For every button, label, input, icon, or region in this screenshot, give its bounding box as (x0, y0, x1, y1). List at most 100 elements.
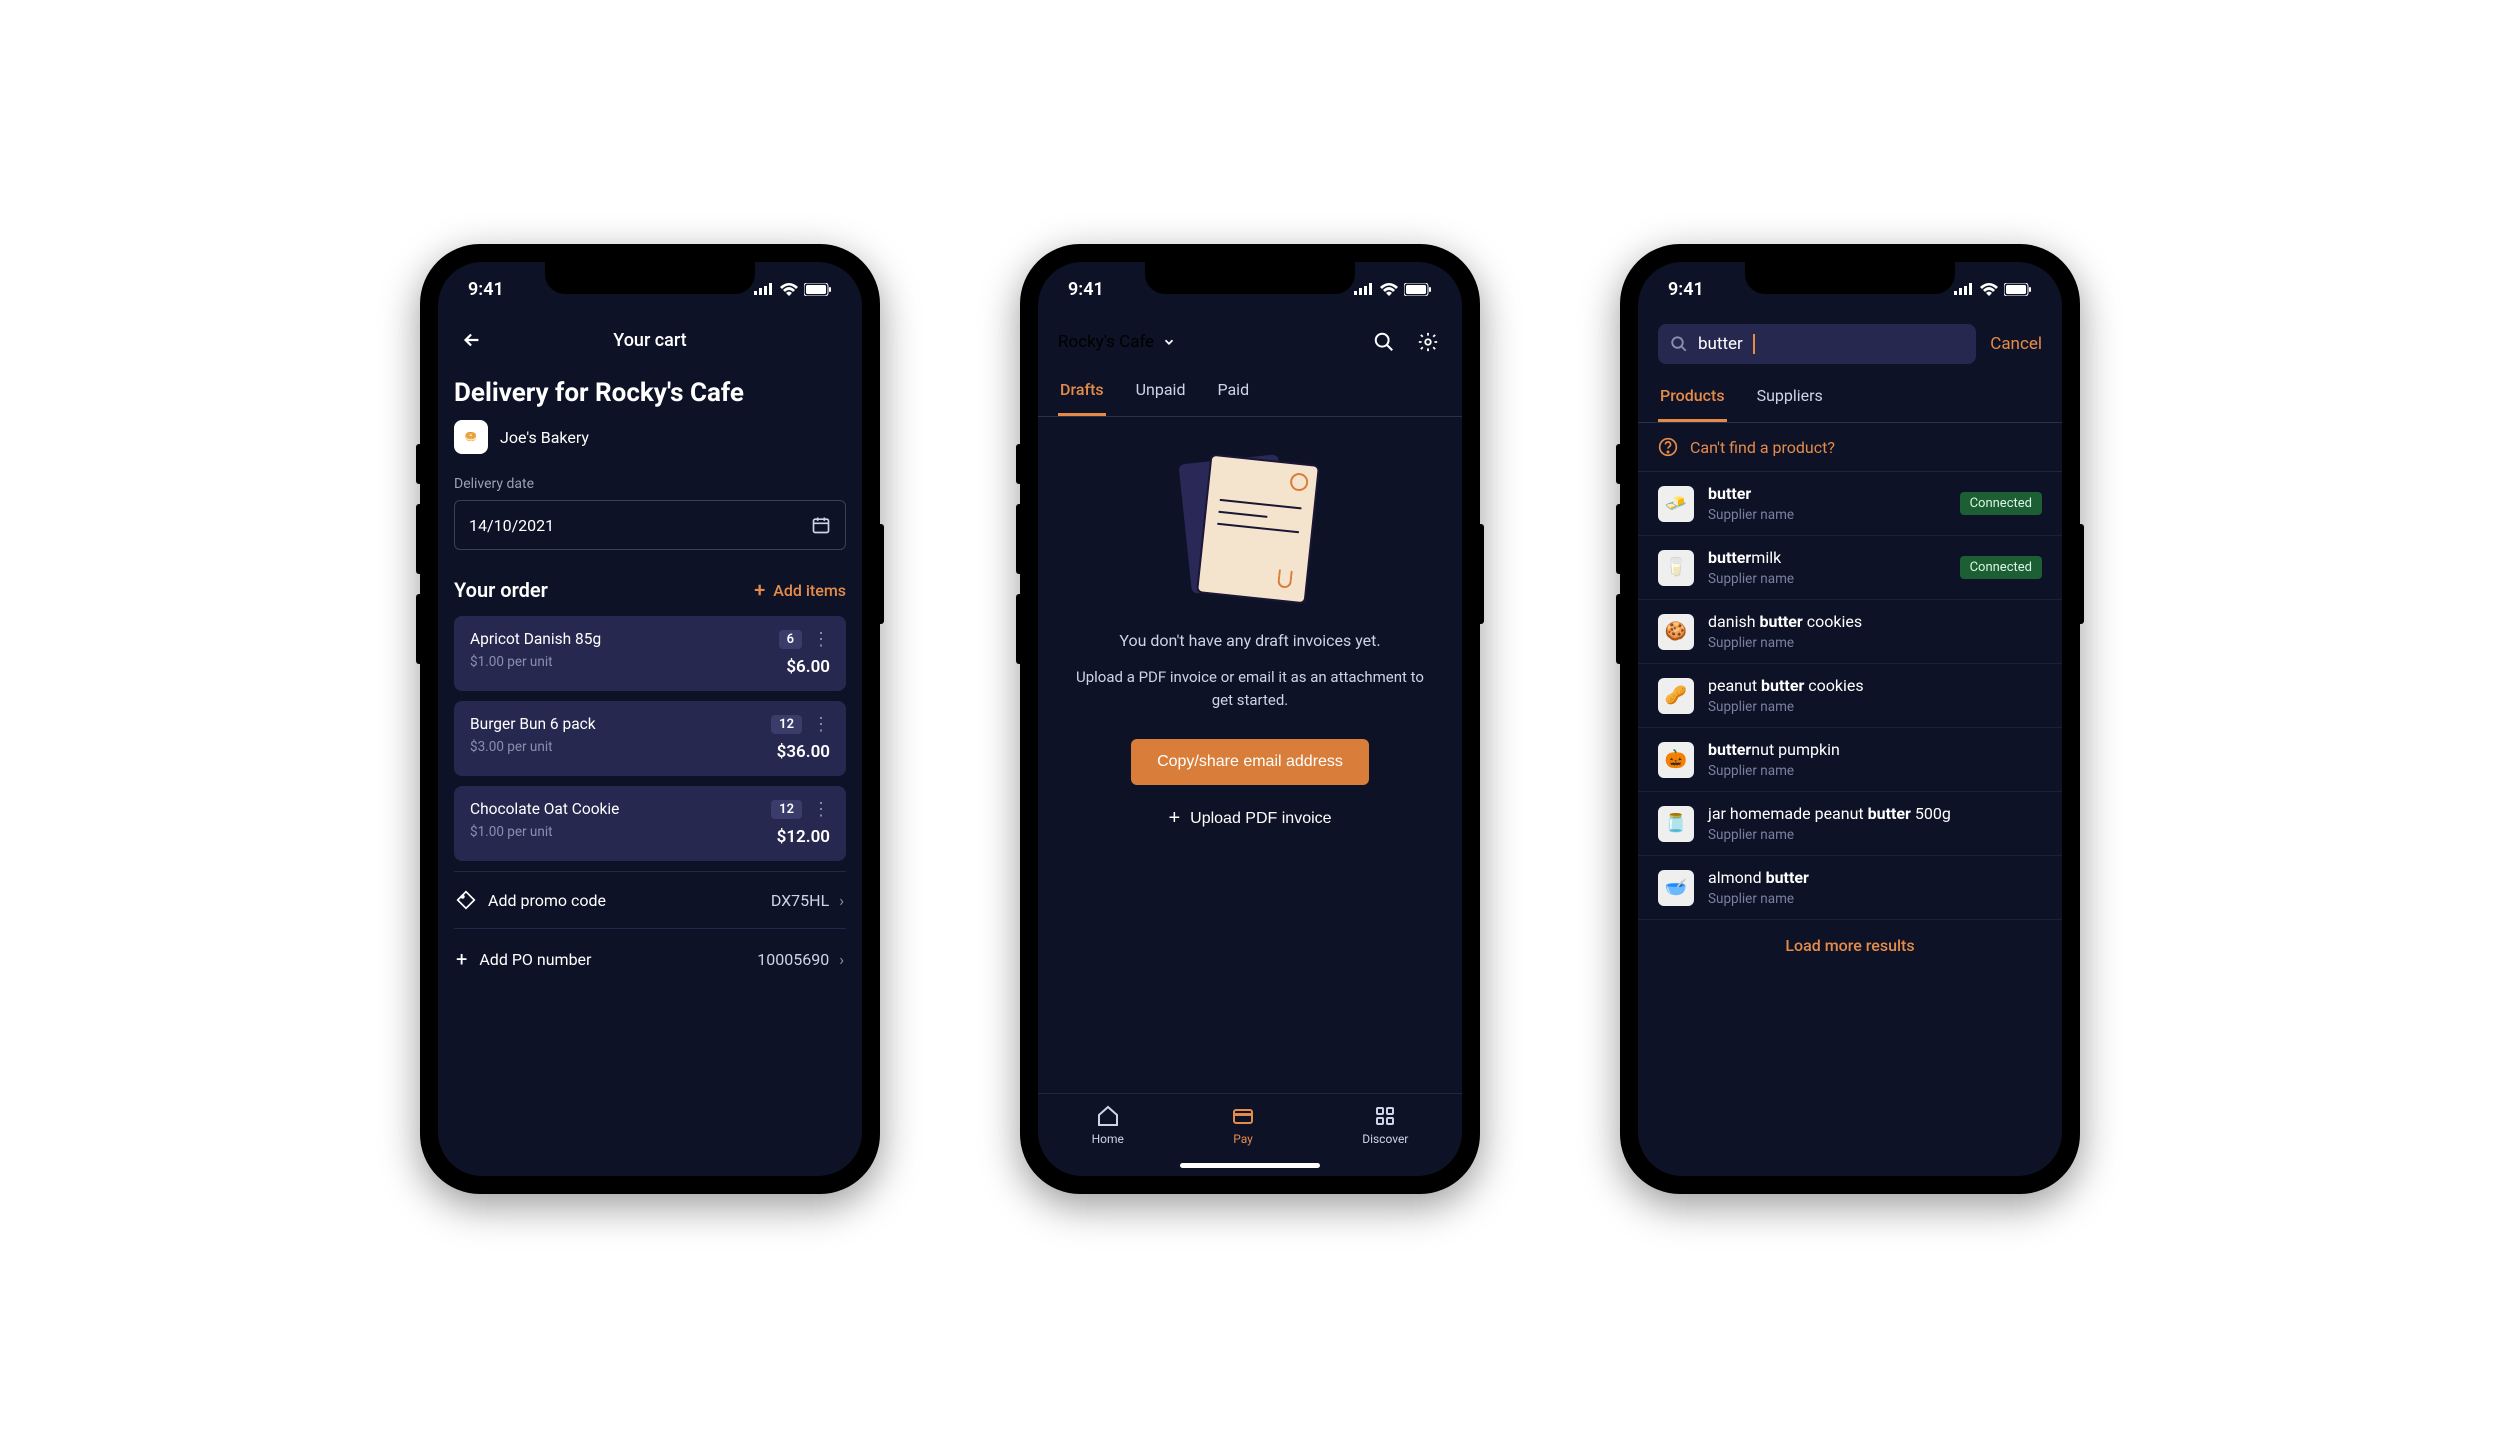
search-result[interactable]: 🎃 butternut pumpkin Supplier name (1638, 728, 2062, 792)
load-more-button[interactable]: Load more results (1638, 920, 2062, 971)
chevron-down-icon (1162, 335, 1176, 349)
wifi-icon (1380, 283, 1398, 296)
item-name: Apricot Danish 85g (470, 630, 601, 648)
nav-home[interactable]: Home (1092, 1104, 1124, 1146)
venue-name: Rocky's Cafe (1058, 332, 1154, 352)
order-item[interactable]: Apricot Danish 85g $1.00 per unit 6 ⋮ $6… (454, 616, 846, 691)
chevron-right-icon: › (839, 950, 844, 969)
chevron-right-icon: › (839, 891, 844, 910)
search-input-container[interactable]: butter (1658, 324, 1976, 364)
nav-pay[interactable]: Pay (1231, 1104, 1255, 1146)
tab-suppliers[interactable]: Suppliers (1755, 374, 1825, 422)
status-time: 9:41 (1068, 279, 1104, 300)
promo-label: Add promo code (488, 891, 606, 910)
wifi-icon (1980, 283, 1998, 296)
add-items-button[interactable]: + Add items (754, 578, 846, 602)
result-supplier: Supplier name (1708, 635, 2042, 651)
text-cursor (1753, 334, 1755, 354)
page-title: Your cart (486, 330, 814, 351)
result-thumbnail: 🫙 (1658, 806, 1694, 842)
qty-badge: 12 (771, 715, 802, 734)
cancel-button[interactable]: Cancel (1990, 334, 2042, 354)
home-indicator (1180, 1163, 1320, 1168)
nav-discover[interactable]: Discover (1362, 1104, 1408, 1146)
qty-badge: 6 (779, 630, 802, 649)
result-supplier: Supplier name (1708, 827, 2042, 843)
battery-icon (1404, 283, 1432, 296)
result-supplier: Supplier name (1708, 763, 2042, 779)
empty-line-1: You don't have any draft invoices yet. (1119, 631, 1380, 650)
order-section-title: Your order (454, 578, 548, 602)
plus-icon: + (456, 947, 467, 971)
search-result[interactable]: 🥛 buttermilk Supplier name Connected (1638, 536, 2062, 600)
date-input[interactable]: 14/10/2021 (454, 500, 846, 550)
nav-label: Discover (1362, 1132, 1408, 1146)
search-button[interactable] (1370, 328, 1398, 356)
date-label: Delivery date (454, 476, 846, 492)
back-button[interactable] (458, 326, 486, 354)
result-thumbnail: 🥜 (1658, 678, 1694, 714)
item-unit-price: $1.00 per unit (470, 654, 601, 670)
tab-paid[interactable]: Paid (1215, 368, 1251, 416)
order-item[interactable]: Burger Bun 6 pack $3.00 per unit 12 ⋮ $3… (454, 701, 846, 776)
calendar-icon (811, 515, 831, 535)
upload-pdf-button[interactable]: + Upload PDF invoice (1168, 807, 1331, 830)
result-supplier: Supplier name (1708, 507, 1946, 523)
promo-code-row[interactable]: Add promo code DX75HL › (454, 871, 846, 928)
signal-icon (1354, 283, 1374, 295)
tab-unpaid[interactable]: Unpaid (1134, 368, 1188, 416)
help-icon (1658, 437, 1678, 457)
date-value: 14/10/2021 (469, 516, 554, 535)
item-total: $36.00 (777, 742, 830, 762)
empty-illustration (1175, 453, 1325, 603)
qty-badge: 12 (771, 800, 802, 819)
result-name: buttermilk (1708, 548, 1946, 568)
supplier-name: Joe's Bakery (500, 428, 589, 447)
nav-label: Pay (1233, 1132, 1253, 1146)
plus-icon: + (1168, 807, 1180, 830)
result-name: jar homemade peanut butter 500g (1708, 804, 2042, 824)
search-result[interactable]: 🧈 butter Supplier name Connected (1638, 472, 2062, 536)
result-supplier: Supplier name (1708, 571, 1946, 587)
settings-button[interactable] (1414, 328, 1442, 356)
battery-icon (2004, 283, 2032, 296)
pay-icon (1231, 1104, 1255, 1128)
po-label: Add PO number (479, 950, 591, 969)
phone-search: 9:41 butter Cancel Products Suppliers Can… (1620, 244, 2080, 1194)
supplier-row: 🥯 Joe's Bakery (454, 420, 846, 454)
copy-email-button[interactable]: Copy/share email address (1131, 739, 1369, 785)
po-number-row[interactable]: + Add PO number 10005690 › (454, 928, 846, 989)
discover-icon (1373, 1104, 1397, 1128)
plus-icon: + (754, 578, 765, 602)
search-result[interactable]: 🥣 almond butter Supplier name (1638, 856, 2062, 920)
phone-cart: 9:41 Your cart Delivery for Rocky's Cafe… (420, 244, 880, 1194)
heading: Delivery for Rocky's Cafe (454, 378, 846, 408)
item-name: Burger Bun 6 pack (470, 715, 596, 733)
tab-products[interactable]: Products (1658, 374, 1727, 422)
signal-icon (754, 283, 774, 295)
result-name: almond butter (1708, 868, 2042, 888)
search-icon (1670, 335, 1688, 353)
result-name: butternut pumpkin (1708, 740, 2042, 760)
wifi-icon (780, 283, 798, 296)
item-unit-price: $3.00 per unit (470, 739, 596, 755)
help-link[interactable]: Can't find a product? (1638, 423, 2062, 472)
venue-dropdown[interactable]: Rocky's Cafe (1058, 332, 1176, 352)
order-item[interactable]: Chocolate Oat Cookie $1.00 per unit 12 ⋮… (454, 786, 846, 861)
item-total: $6.00 (786, 657, 830, 677)
nav-label: Home (1092, 1132, 1124, 1146)
result-supplier: Supplier name (1708, 891, 2042, 907)
kebab-icon[interactable]: ⋮ (812, 719, 830, 731)
status-time: 9:41 (1668, 279, 1704, 300)
search-result[interactable]: 🫙 jar homemade peanut butter 500g Suppli… (1638, 792, 2062, 856)
result-supplier: Supplier name (1708, 699, 2042, 715)
signal-icon (1954, 283, 1974, 295)
result-thumbnail: 🍪 (1658, 614, 1694, 650)
kebab-icon[interactable]: ⋮ (812, 634, 830, 646)
search-result[interactable]: 🥜 peanut butter cookies Supplier name (1638, 664, 2062, 728)
tab-drafts[interactable]: Drafts (1058, 368, 1106, 416)
kebab-icon[interactable]: ⋮ (812, 804, 830, 816)
home-icon (1096, 1104, 1120, 1128)
search-result[interactable]: 🍪 danish butter cookies Supplier name (1638, 600, 2062, 664)
status-time: 9:41 (468, 279, 504, 300)
